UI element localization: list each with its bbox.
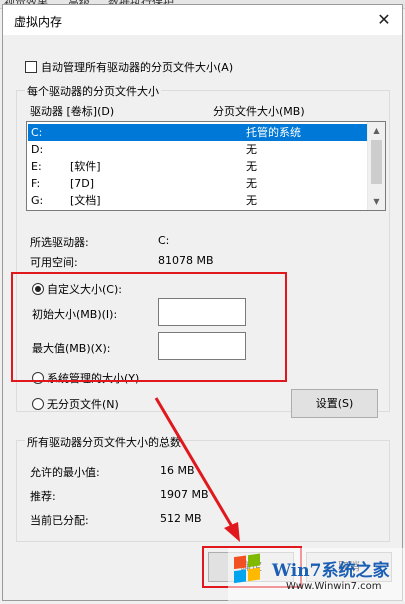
watermark-url: Www.Winwin7.com xyxy=(286,581,382,592)
watermark-logo: Win7系统之家 Www.Winwin7.com xyxy=(228,548,405,601)
watermark-brand: Win7系统之家 xyxy=(272,561,390,581)
annotation-arrow xyxy=(154,397,240,542)
